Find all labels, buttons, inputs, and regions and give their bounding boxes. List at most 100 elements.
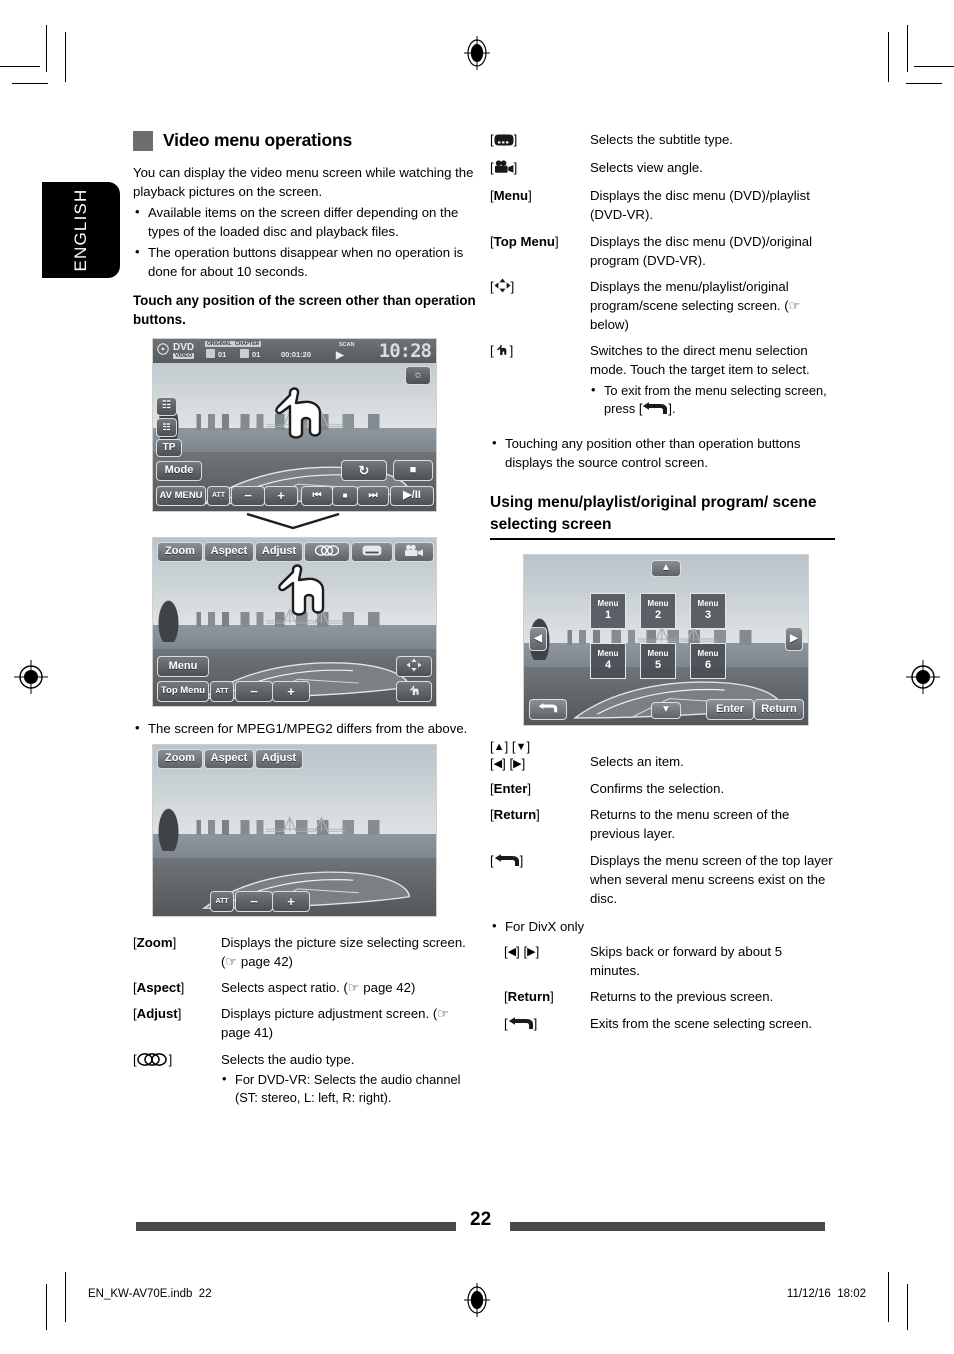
footer-filename: EN_KW-AV70E.indb 22	[88, 1288, 212, 1300]
menu-item-label: Menu	[697, 598, 719, 608]
crop-mark	[906, 83, 942, 84]
audio-icon	[136, 1052, 169, 1071]
source-control-note: Touching any position other than operati…	[490, 433, 835, 472]
definition-desc-text: Selects the audio type.	[221, 1051, 355, 1067]
dpad-button[interactable]	[396, 655, 432, 677]
menu-item-3[interactable]: Menu 3	[690, 592, 726, 629]
scroll-down-button[interactable]: ▼	[651, 701, 681, 719]
definition-sub-list: To exit from the menu selecting screen, …	[590, 381, 835, 421]
volume-up-button[interactable]: +	[264, 485, 298, 506]
badge-original: ORIGINAL	[205, 340, 234, 347]
att-button[interactable]: ATT	[210, 680, 234, 702]
footer-file-page: 22	[198, 1288, 212, 1300]
screen-off-button[interactable]: ☼	[405, 365, 431, 385]
definition-row: [] Displays the menu/playlist/original p…	[490, 277, 835, 341]
right-definition-list-divx: [◀] [▶] Skips back or forward by about 5…	[504, 942, 835, 1042]
top-menu-button[interactable]: Top Menu	[157, 680, 209, 702]
menu-item-label: Menu	[597, 598, 619, 608]
definition-row: [Top Menu] Displays the disc menu (DVD)/…	[490, 232, 835, 277]
list-item: For DVD-VR: Selects the audio channel (S…	[221, 1070, 478, 1108]
definition-row: [] Selects the subtitle type.	[490, 130, 835, 158]
volume-up-button[interactable]: +	[272, 890, 310, 912]
return-icon	[642, 402, 668, 421]
zoom-button[interactable]: Zoom	[157, 748, 203, 769]
intro-paragraph: You can display the video menu screen wh…	[133, 165, 474, 200]
return-icon	[494, 853, 520, 872]
definition-row: [] Selects view angle.	[490, 158, 835, 186]
volume-up-button[interactable]: +	[272, 680, 310, 702]
definition-row: [Zoom] Displays the picture size selecti…	[133, 933, 478, 978]
registration-mark-right	[906, 660, 940, 694]
play-pause-button[interactable]: ▶/II	[390, 485, 434, 506]
definition-key-label: Enter	[493, 781, 528, 797]
adjust-button[interactable]: Adjust	[255, 748, 303, 769]
registration-mark-left	[14, 660, 48, 694]
definition-row: [Return] Returns to the menu screen of t…	[490, 805, 835, 850]
hand-icon	[407, 683, 422, 700]
chapter-number: 01	[252, 349, 261, 359]
device-screenshot-3: Zoom Aspect Adjust ATT − +	[152, 743, 437, 917]
volume-down-button[interactable]: −	[235, 890, 273, 912]
definition-key-label: Adjust	[136, 1006, 178, 1022]
tp-button[interactable]: TP	[156, 438, 182, 457]
crop-mark	[907, 1284, 908, 1330]
volume-down-button[interactable]: −	[235, 680, 273, 702]
angle-button[interactable]	[394, 541, 434, 562]
menu-item-number: 5	[654, 658, 662, 671]
back-button[interactable]	[529, 698, 567, 720]
angle-icon	[404, 544, 424, 560]
volume-down-button[interactable]: −	[231, 485, 265, 506]
equalizer-button[interactable]: ☷	[156, 417, 177, 437]
stop-button[interactable]: ■	[393, 459, 433, 481]
definition-key: []	[490, 341, 590, 427]
att-button[interactable]: ATT	[207, 485, 230, 506]
previous-button[interactable]: ⏮	[301, 485, 333, 506]
menu-item-number: 1	[604, 608, 612, 621]
definition-desc: Selects the subtitle type.	[590, 132, 733, 147]
clock: 10:28	[378, 339, 432, 362]
left-arrow-icon: ◀	[493, 758, 503, 771]
language-tab-label: ENGLISH	[71, 188, 90, 272]
list-item: To exit from the menu selecting screen, …	[590, 381, 835, 421]
list-item: Available items on the screen differ dep…	[133, 202, 478, 241]
menu-item-label: Menu	[597, 648, 619, 658]
crop-mark	[65, 1272, 66, 1322]
elapsed-time: 00:01:20	[281, 349, 312, 359]
scroll-up-button[interactable]: ▲	[651, 559, 681, 577]
enter-button[interactable]: Enter	[706, 698, 754, 720]
menu-item-4[interactable]: Menu 4	[590, 642, 626, 679]
footer-timestamp: 11/12/16 18:02	[787, 1288, 866, 1300]
crop-mark	[888, 32, 889, 82]
menu-button[interactable]: Menu	[157, 655, 209, 677]
menu-item-1[interactable]: Menu 1	[590, 592, 626, 629]
return-button[interactable]: Return	[754, 698, 804, 720]
return-icon	[538, 702, 558, 717]
audio-icon	[314, 545, 340, 559]
repeat-button[interactable]: ↻	[341, 459, 387, 481]
aspect-button[interactable]: Aspect	[204, 541, 254, 562]
aspect-button[interactable]: Aspect	[204, 748, 254, 769]
att-button[interactable]: ATT	[210, 890, 234, 912]
definition-row: [◀] [▶] Skips back or forward by about 5…	[504, 942, 835, 987]
menu-item-5[interactable]: Menu 5	[640, 642, 676, 679]
zoom-button[interactable]: Zoom	[157, 541, 203, 562]
right-arrow-icon: ▶	[527, 946, 536, 959]
scroll-right-button[interactable]: ▶	[785, 626, 803, 651]
direct-touch-button[interactable]	[396, 680, 432, 702]
menu-item-2[interactable]: Menu 2	[640, 592, 676, 629]
definition-desc: Exits from the scene selecting screen.	[590, 1015, 813, 1031]
definition-desc: Displays the picture size selecting scre…	[221, 934, 466, 969]
stop-small-button[interactable]: ■	[332, 485, 358, 506]
dpad-icon	[406, 658, 422, 675]
instruction-text: Touch any position of the screen other t…	[133, 292, 476, 328]
menu-item-6[interactable]: Menu 6	[690, 642, 726, 679]
definition-row: [] Displays the menu screen of the top l…	[490, 851, 835, 915]
av-menu-button[interactable]: AV MENU	[156, 485, 206, 506]
mode-button[interactable]: Mode	[156, 460, 202, 481]
bluetooth-button[interactable]: ☷	[156, 396, 177, 416]
device-screenshot-4: ▲ ▼ ◀ ▶ Menu 1 Menu 2 Menu 3 Menu 4 Menu	[523, 553, 809, 726]
definition-key-label: Aspect	[136, 980, 181, 996]
next-button[interactable]: ⏭	[357, 485, 389, 506]
scroll-left-button[interactable]: ◀	[529, 626, 547, 651]
subtitle-button[interactable]	[351, 541, 393, 562]
